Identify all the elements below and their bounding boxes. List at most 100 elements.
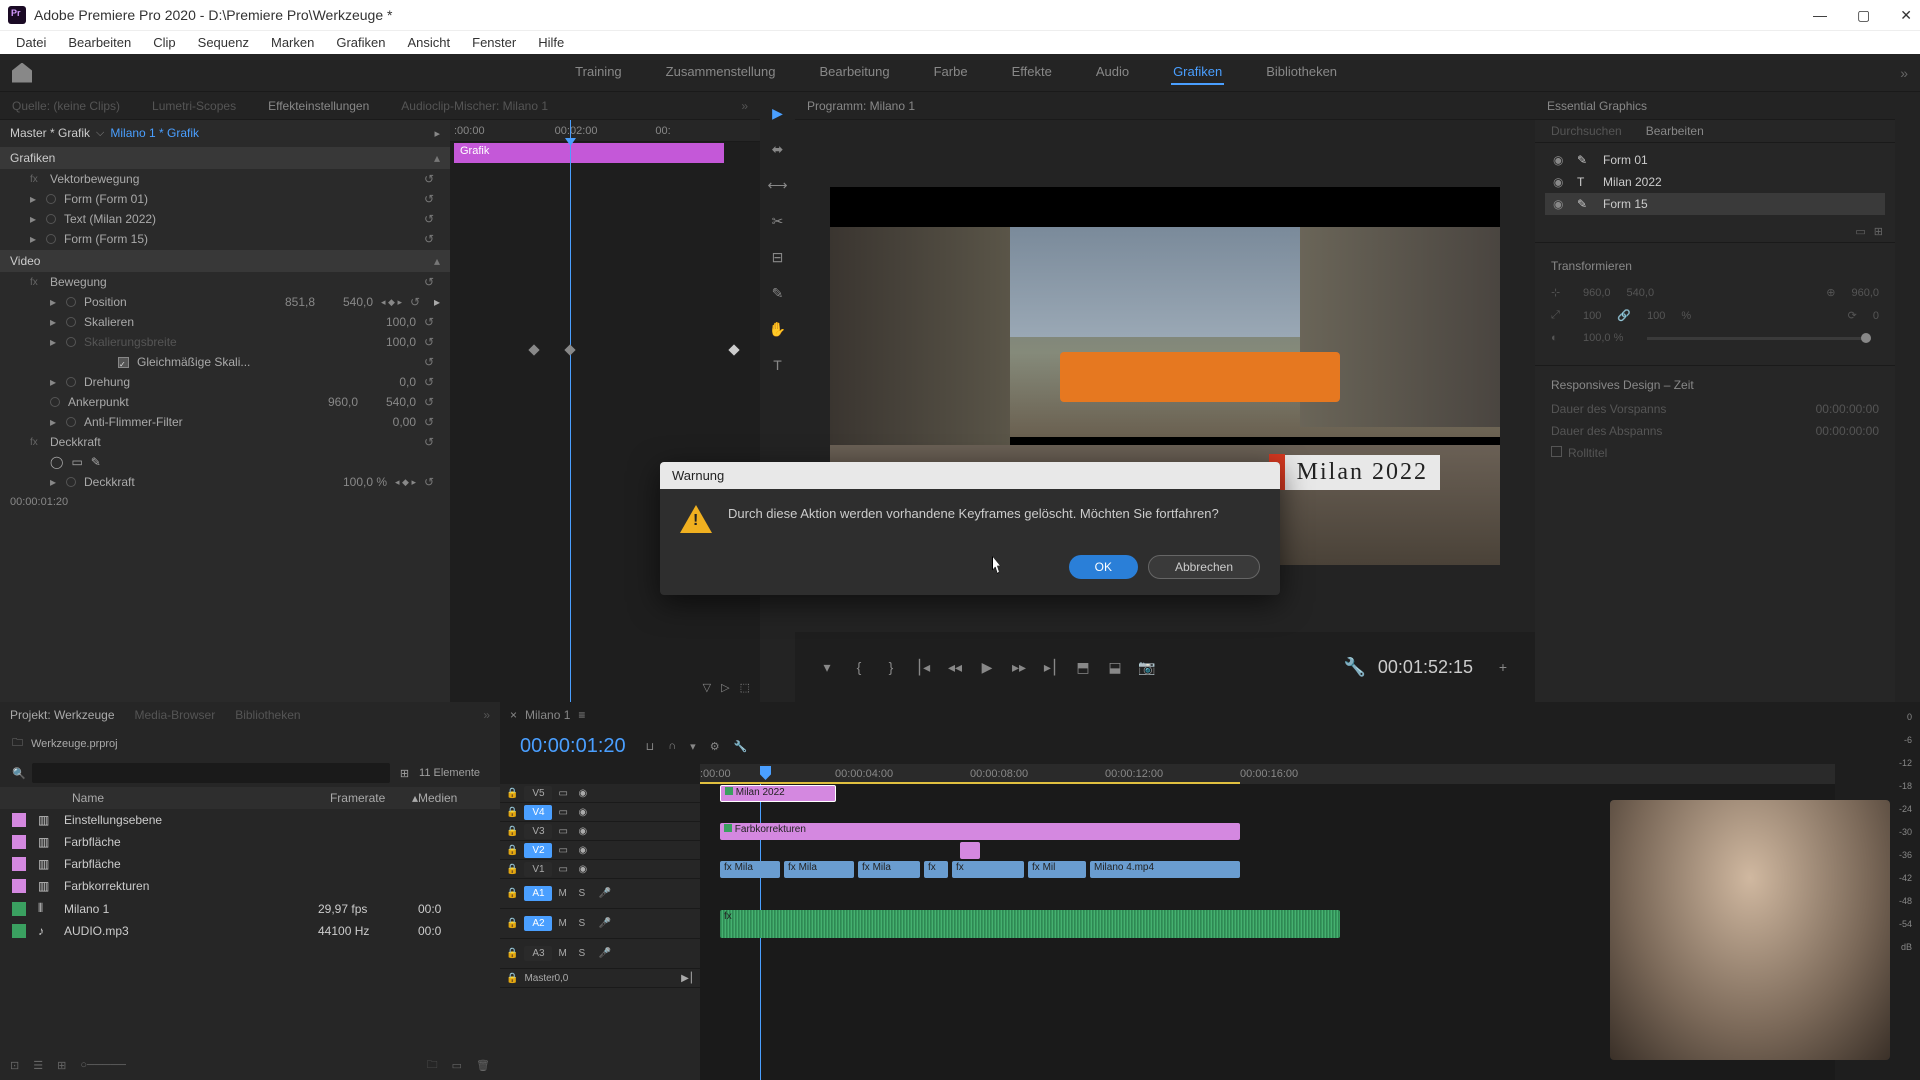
ws-bearbeitung[interactable]: Bearbeitung xyxy=(817,60,891,85)
wrench-icon[interactable]: 🔧 xyxy=(734,740,748,753)
visibility-icon[interactable]: ◉ xyxy=(1553,197,1567,211)
add-kf-icon[interactable]: ▸ xyxy=(434,295,440,309)
selection-tool-icon[interactable]: ▶ xyxy=(769,104,787,122)
razor-tool-icon[interactable]: ✂ xyxy=(769,212,787,230)
track-target[interactable]: V3 xyxy=(524,824,552,839)
tab-effect-controls[interactable]: Effekteinstellungen xyxy=(262,95,375,117)
ec-vektorbewegung[interactable]: Vektorbewegung xyxy=(50,172,416,186)
stopwatch-icon[interactable] xyxy=(66,317,76,327)
timeline-ruler[interactable]: :00:00 00:00:04:00 00:00:08:00 00:00:12:… xyxy=(700,764,1835,784)
lock-icon[interactable]: 🔒 xyxy=(506,845,518,856)
col-media[interactable]: Medien xyxy=(418,791,488,805)
freeform-view-icon[interactable]: ⊡ xyxy=(10,1059,19,1072)
toggle-output-icon[interactable]: ▭ xyxy=(558,788,572,799)
visibility-icon[interactable]: ◉ xyxy=(1553,175,1567,189)
stopwatch-icon[interactable] xyxy=(46,234,56,244)
ws-farbe[interactable]: Farbe xyxy=(932,60,970,85)
project-item[interactable]: ▥Farbkorrekturen xyxy=(0,875,500,897)
bin-view-icon[interactable]: ⊞ xyxy=(400,767,409,780)
keyframe-nav[interactable]: ◂ ◆ ▸ xyxy=(381,297,402,308)
lock-icon[interactable]: 🔒 xyxy=(506,807,518,818)
menu-bearbeiten[interactable]: Bearbeiten xyxy=(58,33,141,52)
hand-tool-icon[interactable]: ✋ xyxy=(769,320,787,338)
reset-icon[interactable]: ↺ xyxy=(424,435,440,449)
voiceover-icon[interactable]: 🎤 xyxy=(598,918,610,929)
ws-training[interactable]: Training xyxy=(573,60,623,85)
clip-farbkorrekturen[interactable]: Farbkorrekturen xyxy=(720,823,1240,840)
linked-selection-icon[interactable]: ∩ xyxy=(668,740,676,753)
eg-tab-edit[interactable]: Bearbeiten xyxy=(1646,124,1704,138)
lock-icon[interactable]: 🔒 xyxy=(506,864,518,875)
ec-drehung-v[interactable]: 0,0 xyxy=(366,375,416,389)
twirl-icon[interactable]: ▸ xyxy=(50,415,58,429)
ec-position-x[interactable]: 851,8 xyxy=(265,295,315,309)
stopwatch-icon[interactable] xyxy=(46,214,56,224)
ec-section-video[interactable]: Video ▴ xyxy=(0,249,450,272)
voiceover-icon[interactable]: 🎤 xyxy=(598,888,610,899)
eg-pos-x[interactable]: 960,0 xyxy=(1583,287,1611,299)
clip-mil[interactable]: fx Mil xyxy=(1028,861,1086,878)
track-target[interactable]: V2 xyxy=(524,843,552,858)
ec-antiflimmer-v[interactable]: 0,00 xyxy=(366,415,416,429)
mask-ellipse-icon[interactable]: ◯ xyxy=(50,455,63,469)
keyframe-nav[interactable]: ◂ ◆ ▸ xyxy=(395,477,416,488)
lock-icon[interactable]: 🔒 xyxy=(506,888,518,899)
toggle-output-icon[interactable]: ▭ xyxy=(558,826,572,837)
clip-mila3c[interactable]: fx xyxy=(952,861,1024,878)
eg-abspann-v[interactable]: 00:00:00:00 xyxy=(1816,424,1879,438)
track-select-tool-icon[interactable]: ⬌ xyxy=(769,140,787,158)
ripple-tool-icon[interactable]: ⟷ xyxy=(769,176,787,194)
ec-mini-clip[interactable]: Grafik xyxy=(454,143,724,163)
ec-form15[interactable]: Form (Form 15) xyxy=(64,232,416,246)
clip-mila2[interactable]: fx Mila xyxy=(784,861,854,878)
stopwatch-icon[interactable] xyxy=(66,477,76,487)
eg-scale-w[interactable]: 100 xyxy=(1583,310,1601,322)
reset-icon[interactable]: ↺ xyxy=(424,415,440,429)
solo-icon[interactable]: S xyxy=(578,918,592,929)
tab-media-browser[interactable]: Media-Browser xyxy=(135,708,216,722)
wrench-icon[interactable]: 🔧 xyxy=(1343,657,1365,677)
visibility-icon[interactable]: ◉ xyxy=(578,826,592,837)
keyframe[interactable] xyxy=(728,344,739,355)
visibility-icon[interactable]: ◉ xyxy=(1553,153,1567,167)
timeline-playhead[interactable] xyxy=(760,766,771,780)
lock-icon[interactable]: 🔒 xyxy=(506,918,518,929)
tab-audio-mixer[interactable]: Audioclip-Mischer: Milano 1 xyxy=(395,95,554,117)
track-target[interactable]: V1 xyxy=(524,862,552,877)
stopwatch-icon[interactable] xyxy=(66,377,76,387)
rolltitel-checkbox[interactable] xyxy=(1551,446,1562,457)
pen-tool-icon[interactable]: ✎ xyxy=(769,284,787,302)
reset-icon[interactable]: ↺ xyxy=(424,232,440,246)
add-button-icon[interactable]: + xyxy=(1491,659,1515,675)
visibility-icon[interactable]: ◉ xyxy=(578,788,592,799)
effect-controls-timeline[interactable]: :00:00 00:02:00 00: Grafik ▽ ▷ ⬚ xyxy=(450,120,760,702)
stopwatch-icon[interactable] xyxy=(50,397,60,407)
eg-opacity[interactable]: 100,0 % xyxy=(1583,332,1623,344)
clip-audio[interactable]: fx xyxy=(720,910,1340,938)
tab-sequence[interactable]: Milano 1 xyxy=(525,708,570,722)
reset-icon[interactable]: ↺ xyxy=(424,172,440,186)
list-view-icon[interactable]: ☰ xyxy=(33,1059,43,1072)
reset-icon[interactable]: ↺ xyxy=(424,395,440,409)
tab-libraries[interactable]: Bibliotheken xyxy=(235,708,300,722)
type-tool-icon[interactable]: T xyxy=(769,356,787,374)
tab-lumetri-scopes[interactable]: Lumetri-Scopes xyxy=(146,95,242,117)
lift-icon[interactable]: ⬒ xyxy=(1071,659,1095,676)
jump-end-icon[interactable]: ▶⎮ xyxy=(681,973,694,984)
project-item[interactable]: ⫴Milano 129,97 fps00:0 xyxy=(0,897,500,920)
ec-playhead[interactable] xyxy=(570,120,571,702)
ec-position-y[interactable]: 540,0 xyxy=(323,295,373,309)
ws-audio[interactable]: Audio xyxy=(1094,60,1131,85)
mute-icon[interactable]: M xyxy=(558,918,572,929)
twirl-icon[interactable]: ▸ xyxy=(50,295,58,309)
reset-icon[interactable]: ↺ xyxy=(424,475,440,489)
tab-essential-graphics[interactable]: Essential Graphics xyxy=(1541,95,1653,117)
solo-icon[interactable]: S xyxy=(578,948,592,959)
project-search-input[interactable] xyxy=(32,763,390,783)
label-swatch[interactable] xyxy=(12,924,26,938)
reset-icon[interactable]: ↺ xyxy=(424,355,440,369)
out-point-icon[interactable]: } xyxy=(879,659,903,675)
ec-ankerpunkt-x[interactable]: 960,0 xyxy=(308,395,358,409)
menu-fenster[interactable]: Fenster xyxy=(462,33,526,52)
mute-icon[interactable]: M xyxy=(558,948,572,959)
